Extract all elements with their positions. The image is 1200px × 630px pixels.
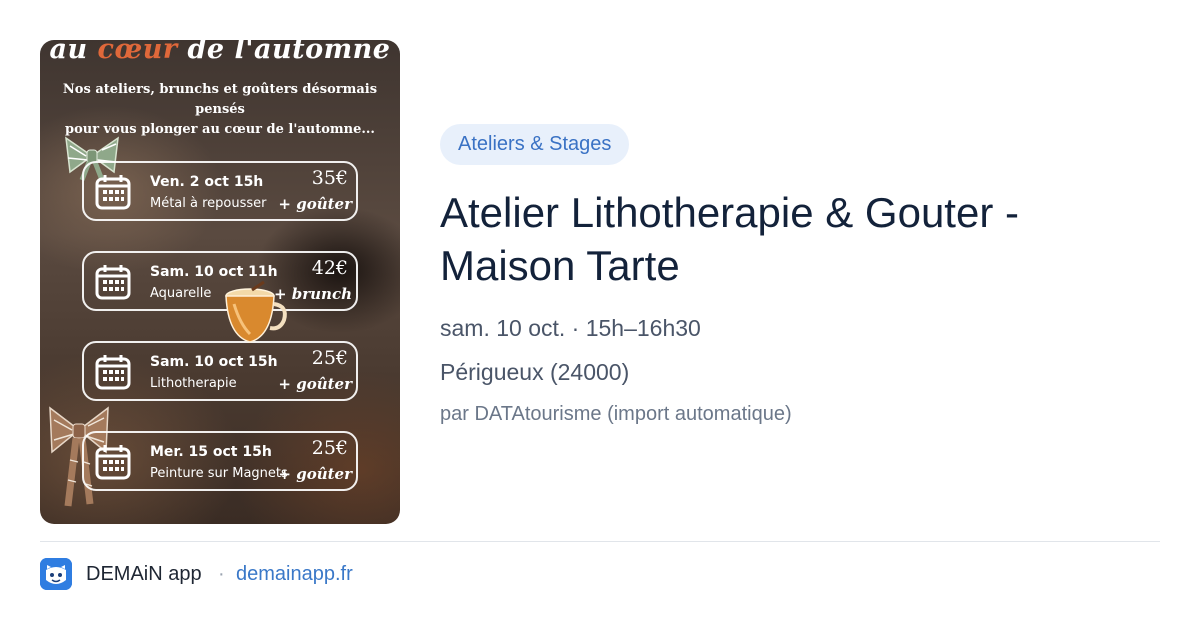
poster-event-extra: + goûter xyxy=(278,375,352,393)
poster-event-price: 42€ xyxy=(311,257,348,279)
event-source: par DATAtourisme (import automatique) xyxy=(440,403,792,425)
poster-event-date: Mer. 15 oct 15h xyxy=(150,444,272,460)
poster-event-activity: Peinture sur Magnets xyxy=(150,466,288,481)
poster-event-activity: Lithotherapie xyxy=(150,376,237,391)
poster-event-card: Ven. 2 oct 15h Métal à repousser 35€ + g… xyxy=(82,161,358,221)
footer-separator: · xyxy=(218,563,225,585)
event-location: Périgueux (24000) xyxy=(440,359,630,385)
app-logo-icon xyxy=(40,558,72,590)
calendar-icon xyxy=(95,265,131,300)
poster-event-price: 25€ xyxy=(311,347,348,369)
category-badge[interactable]: Ateliers & Stages xyxy=(440,124,630,165)
footer-divider xyxy=(40,541,1160,542)
poster-intro-line: Nos ateliers, brunchs et goûters désorma… xyxy=(62,82,378,117)
poster-event-activity: Aquarelle xyxy=(150,286,212,301)
app-name: DEMAiN app xyxy=(86,563,202,585)
poster-event-card: Mer. 15 oct 15h Peinture sur Magnets 25€… xyxy=(82,431,358,491)
poster-event-extra: + goûter xyxy=(278,195,352,213)
poster-event-price: 35€ xyxy=(311,167,348,189)
calendar-icon xyxy=(95,445,131,480)
poster-event-extra: + goûter xyxy=(278,465,352,483)
event-title: Atelier Lithotherapie & Gouter - Maison … xyxy=(440,189,1019,289)
poster-event-price: 25€ xyxy=(311,437,348,459)
event-datetime: sam. 10 oct. · 15h–16h30 xyxy=(440,315,701,341)
poster-title: au cœur de l'automne xyxy=(49,40,391,65)
poster-event-activity: Métal à repousser xyxy=(150,196,267,211)
poster-event-card: Sam. 10 oct 15h Lithotherapie 25€ + goût… xyxy=(82,341,358,401)
poster-event-date: Sam. 10 oct 15h xyxy=(150,354,278,370)
poster-event-date: Ven. 2 oct 15h xyxy=(150,174,264,190)
calendar-icon xyxy=(95,355,131,390)
tea-cup-decoration xyxy=(225,280,287,343)
poster-intro: Nos ateliers, brunchs et goûters désorma… xyxy=(40,80,400,140)
poster-event-date: Sam. 10 oct 11h xyxy=(150,264,278,280)
app-domain-link[interactable]: demainapp.fr xyxy=(236,563,353,586)
app-logo-graphic xyxy=(40,558,72,590)
event-poster-image: au cœur de l'automne Nos ateliers, brunc… xyxy=(40,40,400,524)
calendar-icon xyxy=(95,175,131,210)
